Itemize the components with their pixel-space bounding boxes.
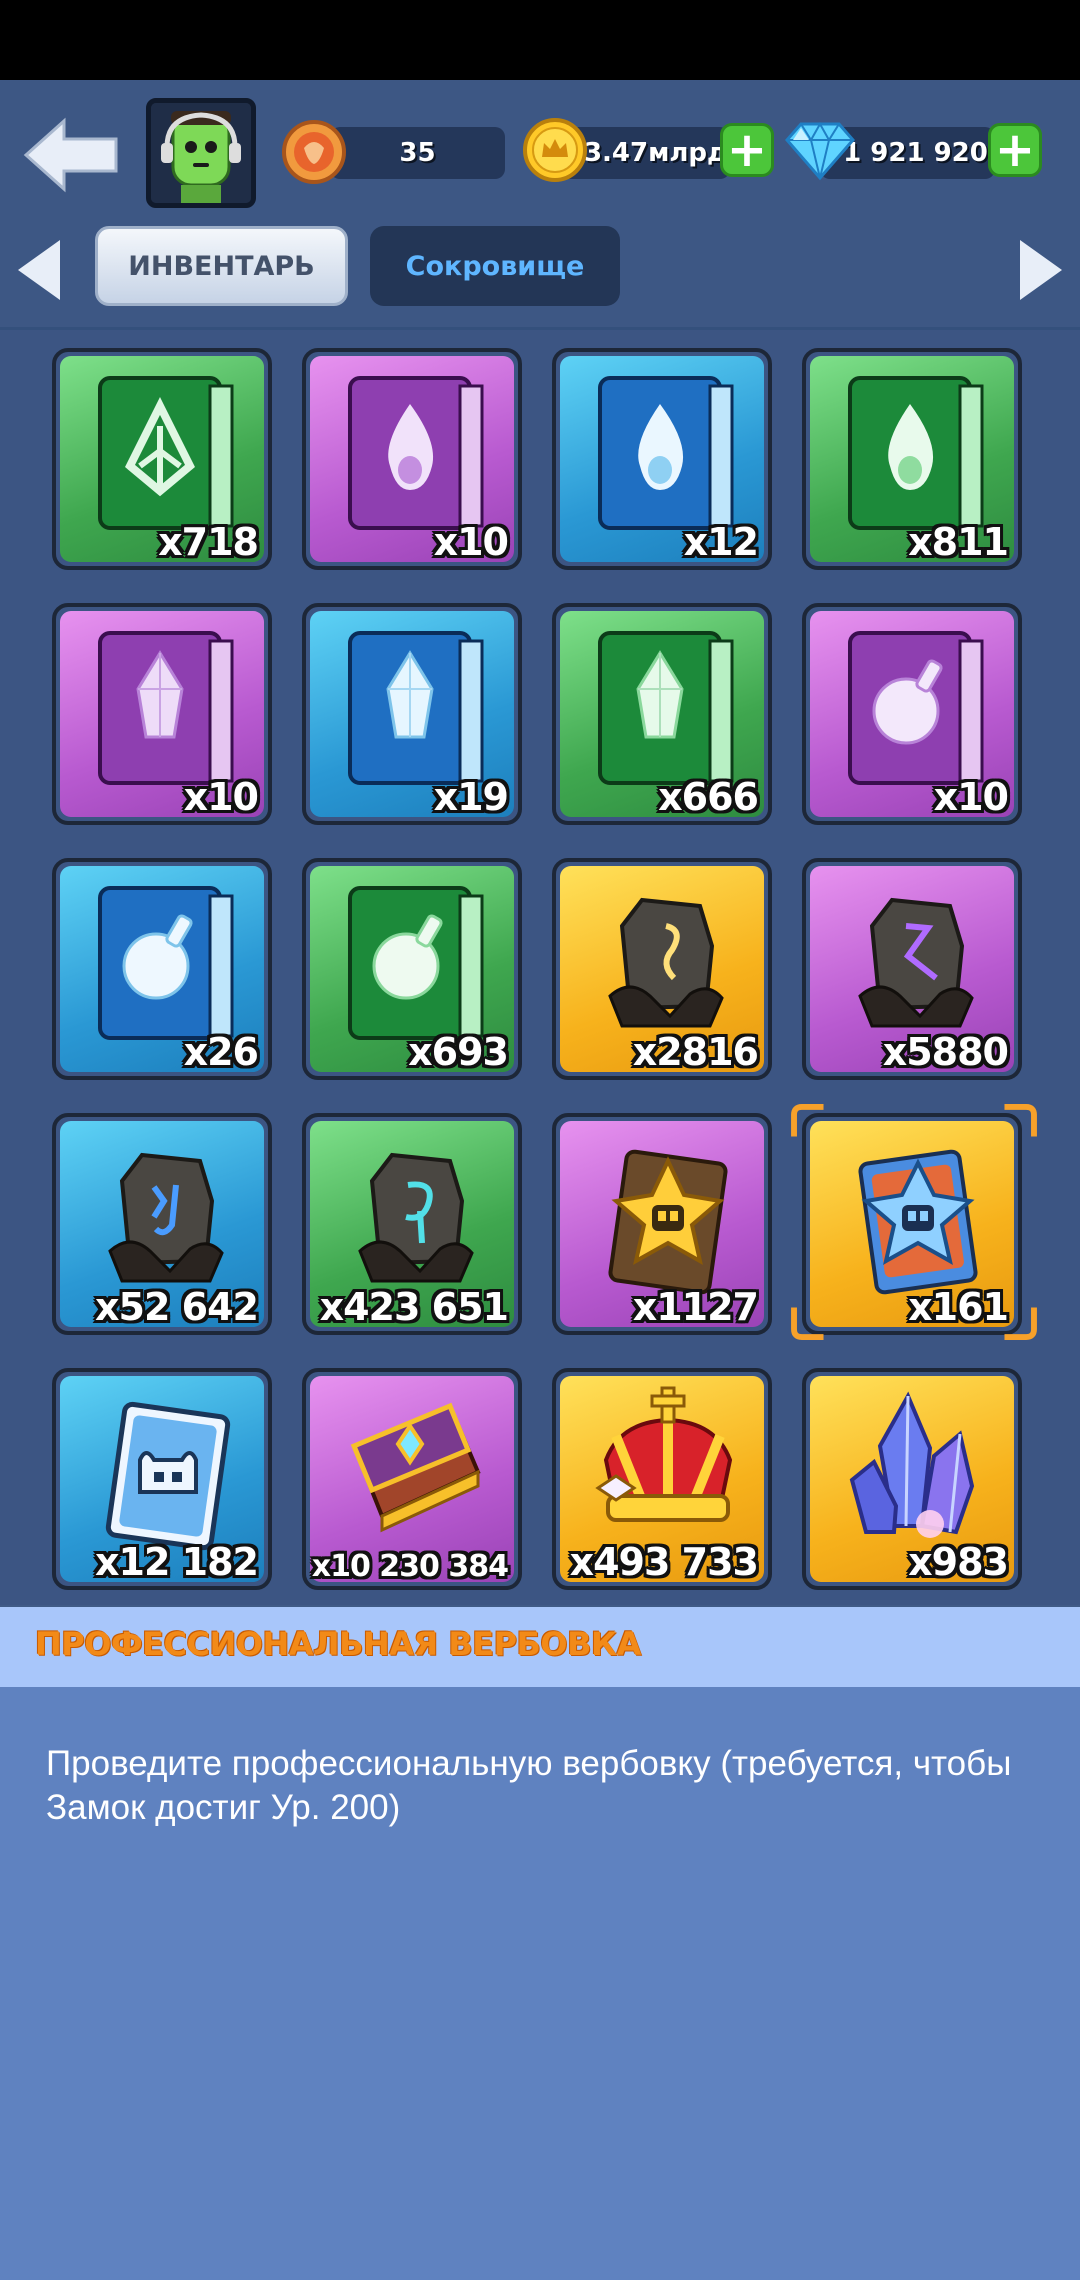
item-count: x983 [908, 1540, 1009, 1584]
inventory-item[interactable]: x493 733 [552, 1368, 772, 1590]
inventory-item[interactable]: x12 182 [52, 1368, 272, 1590]
inventory-item[interactable]: x10 [802, 603, 1022, 825]
tab-inventory-label: ИНВЕНТАРЬ [128, 250, 315, 282]
tab-inventory[interactable]: ИНВЕНТАРЬ [95, 226, 348, 306]
item-count: x10 230 384 [311, 1549, 509, 1584]
item-count: x12 182 [95, 1540, 259, 1584]
avatar-character-icon [151, 103, 251, 203]
inventory-item[interactable]: x693 [302, 858, 522, 1080]
details-description: Проведите профессиональную вербовку (тре… [46, 1744, 1012, 1827]
item-count: x19 [433, 775, 509, 819]
status-bar [0, 0, 1080, 80]
inventory-item[interactable]: x5880 [802, 858, 1022, 1080]
item-count: x52 642 [95, 1285, 259, 1329]
inventory-item[interactable]: x718 [52, 348, 272, 570]
top-bar: 35 3.47млрд + 1 921 920 + [0, 80, 1080, 210]
inventory-item[interactable]: x811 [802, 348, 1022, 570]
item-count: x12 [683, 520, 759, 564]
inventory-grid: x718 x10 x12 x811 x10 x19 x666 x10 x26 x… [0, 330, 1080, 1605]
gold-coin-icon [523, 118, 587, 182]
inventory-item[interactable]: x10 230 384 [302, 1368, 522, 1590]
inventory-item[interactable]: x983 [802, 1368, 1022, 1590]
item-count: x423 651 [319, 1285, 509, 1329]
item-count: x493 733 [569, 1540, 759, 1584]
details-panel: Проведите профессиональную вербовку (тре… [0, 1687, 1080, 2280]
back-arrow-icon [23, 117, 118, 193]
add-gold-button[interactable]: + [720, 123, 774, 177]
item-count: x811 [908, 520, 1009, 564]
back-button[interactable] [22, 115, 122, 195]
inventory-item[interactable]: x52 642 [52, 1113, 272, 1335]
item-count: x693 [408, 1030, 509, 1074]
tab-treasure-label: Сокровище [405, 250, 585, 282]
inventory-item[interactable]: x19 [302, 603, 522, 825]
item-count: x1127 [632, 1285, 759, 1329]
item-count: x5880 [882, 1030, 1009, 1074]
item-count: x10 [933, 775, 1009, 819]
inventory-item[interactable]: x10 [302, 348, 522, 570]
inventory-item[interactable]: x2816 [552, 858, 772, 1080]
avatar[interactable] [146, 98, 256, 208]
previous-tab-arrow-icon[interactable] [18, 240, 60, 300]
next-tab-arrow-icon[interactable] [1020, 240, 1062, 300]
item-count: x10 [183, 775, 259, 819]
details-header: ПРОФЕССИОНАЛЬНАЯ ВЕРБОВКА [0, 1607, 1080, 1687]
tab-treasure[interactable]: Сокровище [370, 226, 620, 306]
inventory-item[interactable]: x1127 [552, 1113, 772, 1335]
item-count: x10 [433, 520, 509, 564]
item-count: x2816 [632, 1030, 759, 1074]
item-count: x718 [158, 520, 259, 564]
inventory-item[interactable]: x666 [552, 603, 772, 825]
details-title: ПРОФЕССИОНАЛЬНАЯ ВЕРБОВКА [35, 1625, 641, 1663]
inventory-item[interactable]: x423 651 [302, 1113, 522, 1335]
selection-frame-icon [791, 1103, 1037, 1341]
add-gems-button[interactable]: + [988, 123, 1042, 177]
item-count: x666 [658, 775, 759, 819]
level-medal-icon [282, 120, 346, 184]
inventory-item[interactable]: x26 [52, 858, 272, 1080]
inventory-item[interactable]: x10 [52, 603, 272, 825]
level-display: 35 [330, 127, 505, 179]
item-count: x26 [183, 1030, 259, 1074]
inventory-item[interactable]: x12 [552, 348, 772, 570]
level-value: 35 [399, 138, 436, 168]
tabs-bar: ИНВЕНТАРЬ Сокровище [0, 210, 1080, 330]
diamond-icon [785, 121, 855, 181]
